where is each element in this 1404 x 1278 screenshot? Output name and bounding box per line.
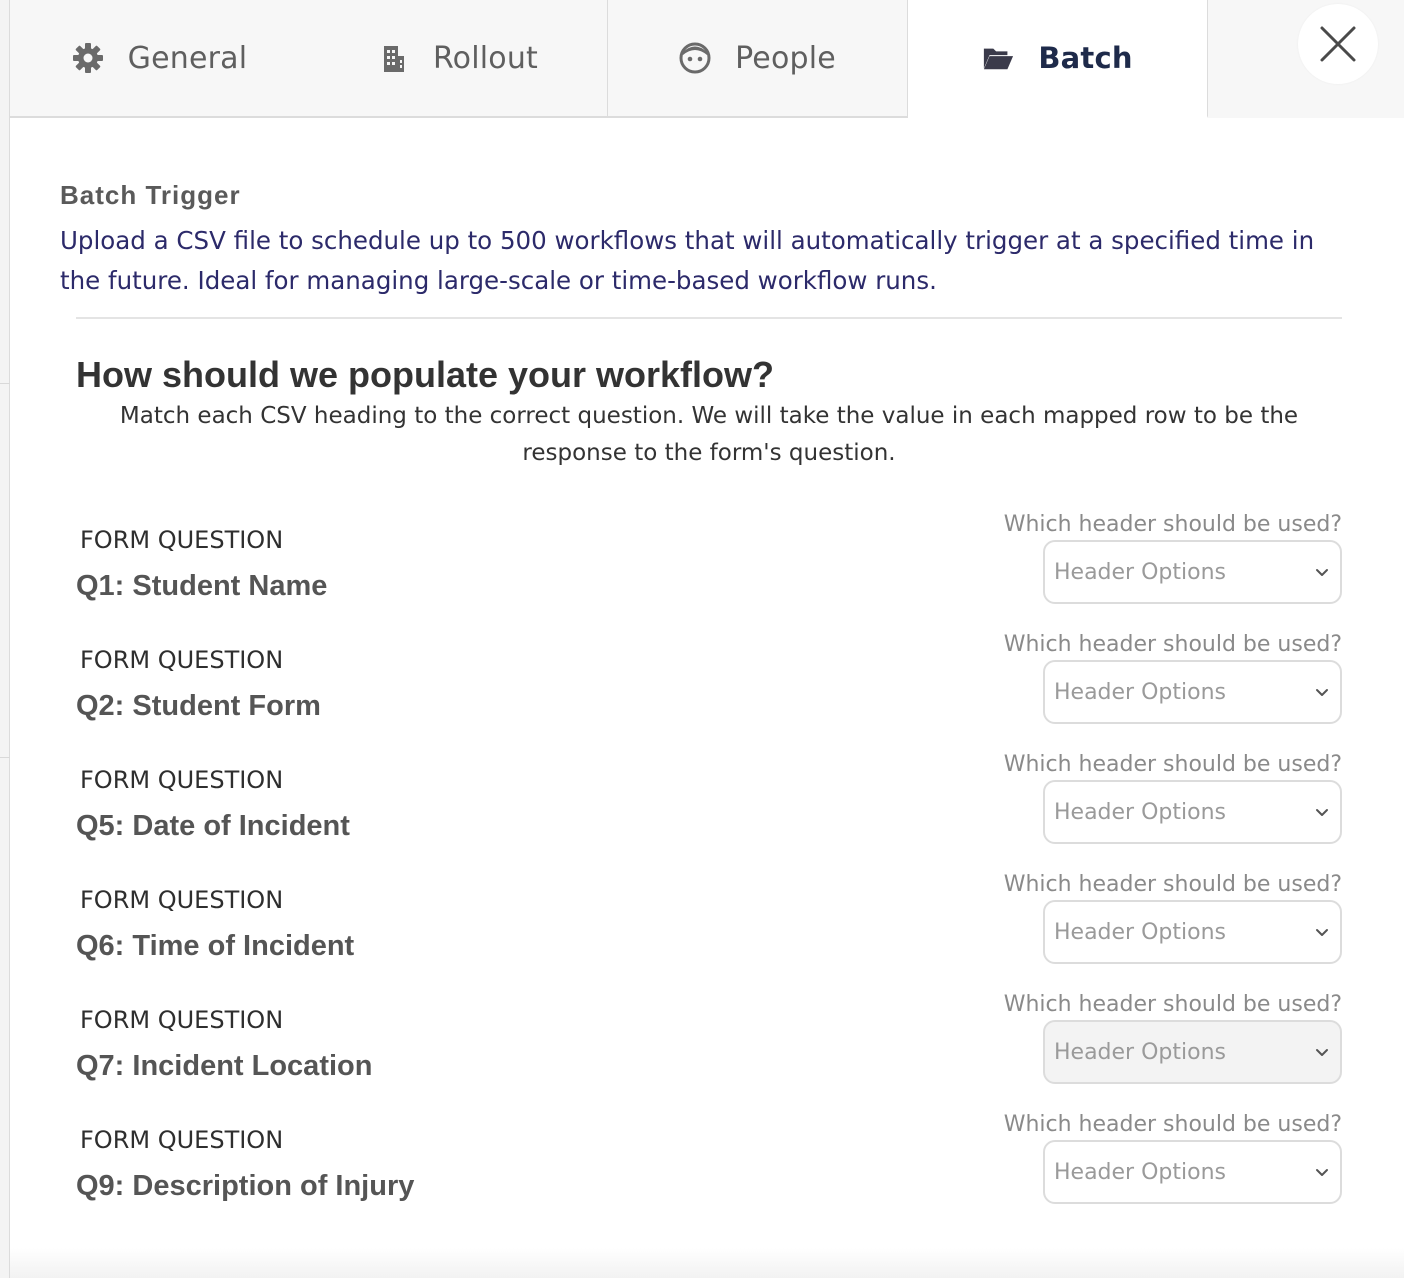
chevron-down-icon — [1314, 1164, 1330, 1180]
select-value: Header Options — [1054, 559, 1226, 585]
form-question-row: FORM QUESTION Q5: Date of Incident Which… — [76, 752, 1342, 876]
batch-settings-modal: General Rollout People Batch Batch Trigg… — [0, 0, 1404, 1278]
form-question-row: FORM QUESTION Q7: Incident Location Whic… — [76, 992, 1342, 1116]
form-question-label: FORM QUESTION — [80, 526, 284, 554]
close-button[interactable] — [1298, 4, 1378, 84]
section-description: Upload a CSV file to schedule up to 500 … — [60, 226, 1315, 295]
tab-batch[interactable]: Batch — [908, 0, 1208, 118]
select-value: Header Options — [1054, 1159, 1226, 1185]
header-options-select[interactable]: Header Options — [1043, 1020, 1342, 1084]
header-prompt: Which header should be used? — [1003, 752, 1342, 777]
chevron-down-icon — [1314, 804, 1330, 820]
form-question-name: Q5: Date of Incident — [76, 810, 350, 842]
edge-divider — [0, 757, 10, 758]
form-question-label: FORM QUESTION — [80, 646, 284, 674]
form-question-label: FORM QUESTION — [80, 766, 284, 794]
select-value: Header Options — [1054, 799, 1226, 825]
gear-icon — [72, 42, 104, 74]
form-question-name: Q9: Description of Injury — [76, 1170, 415, 1202]
form-question-label: FORM QUESTION — [80, 886, 284, 914]
mapping-title: How should we populate your workflow? — [76, 354, 775, 395]
tab-people[interactable]: People — [608, 0, 908, 118]
tab-rollout[interactable]: Rollout — [308, 0, 608, 118]
face-icon — [679, 42, 711, 74]
left-edge-panel — [0, 0, 10, 1278]
select-value: Header Options — [1054, 679, 1226, 705]
tab-rollout-label: Rollout — [432, 40, 539, 76]
chevron-down-icon — [1314, 924, 1330, 940]
close-icon — [1319, 25, 1357, 63]
select-value: Header Options — [1054, 919, 1226, 945]
form-question-label: FORM QUESTION — [80, 1126, 284, 1154]
form-question-row: FORM QUESTION Q1: Student Name Which hea… — [76, 512, 1342, 636]
section-title: Batch Trigger — [60, 180, 241, 210]
form-question-row: FORM QUESTION Q9: Description of Injury … — [76, 1112, 1342, 1236]
chevron-down-icon — [1314, 564, 1330, 580]
tab-general-label: General — [127, 40, 248, 76]
form-question-row: FORM QUESTION Q6: Time of Incident Which… — [76, 872, 1342, 996]
mapping-subtitle: Match each CSV heading to the correct qu… — [119, 403, 1299, 466]
header-options-select[interactable]: Header Options — [1043, 1140, 1342, 1204]
building-icon — [377, 42, 409, 74]
divider — [76, 317, 1342, 319]
header-prompt: Which header should be used? — [1003, 872, 1342, 897]
header-prompt: Which header should be used? — [1003, 992, 1342, 1017]
header-options-select[interactable]: Header Options — [1043, 780, 1342, 844]
tab-batch-label: Batch — [1038, 41, 1133, 75]
form-question-name: Q7: Incident Location — [76, 1050, 373, 1082]
header-options-select[interactable]: Header Options — [1043, 900, 1342, 964]
chevron-down-icon — [1314, 1044, 1330, 1060]
form-question-label: FORM QUESTION — [80, 1006, 284, 1034]
tab-general[interactable]: General — [10, 0, 310, 118]
form-question-name: Q6: Time of Incident — [76, 930, 355, 962]
select-value: Header Options — [1054, 1039, 1226, 1065]
form-question-row: FORM QUESTION Q2: Student Form Which hea… — [76, 632, 1342, 756]
folder-open-icon — [982, 42, 1014, 74]
tab-people-label: People — [735, 40, 836, 76]
header-prompt: Which header should be used? — [1003, 1112, 1342, 1137]
tab-bar: General Rollout People Batch — [10, 0, 1404, 118]
bottom-shade — [10, 1248, 1404, 1278]
header-options-select[interactable]: Header Options — [1043, 660, 1342, 724]
edge-divider — [0, 383, 10, 384]
header-prompt: Which header should be used? — [1003, 632, 1342, 657]
chevron-down-icon — [1314, 684, 1330, 700]
form-question-name: Q2: Student Form — [76, 690, 321, 722]
header-options-select[interactable]: Header Options — [1043, 540, 1342, 604]
form-question-name: Q1: Student Name — [76, 570, 328, 602]
header-prompt: Which header should be used? — [1003, 512, 1342, 537]
